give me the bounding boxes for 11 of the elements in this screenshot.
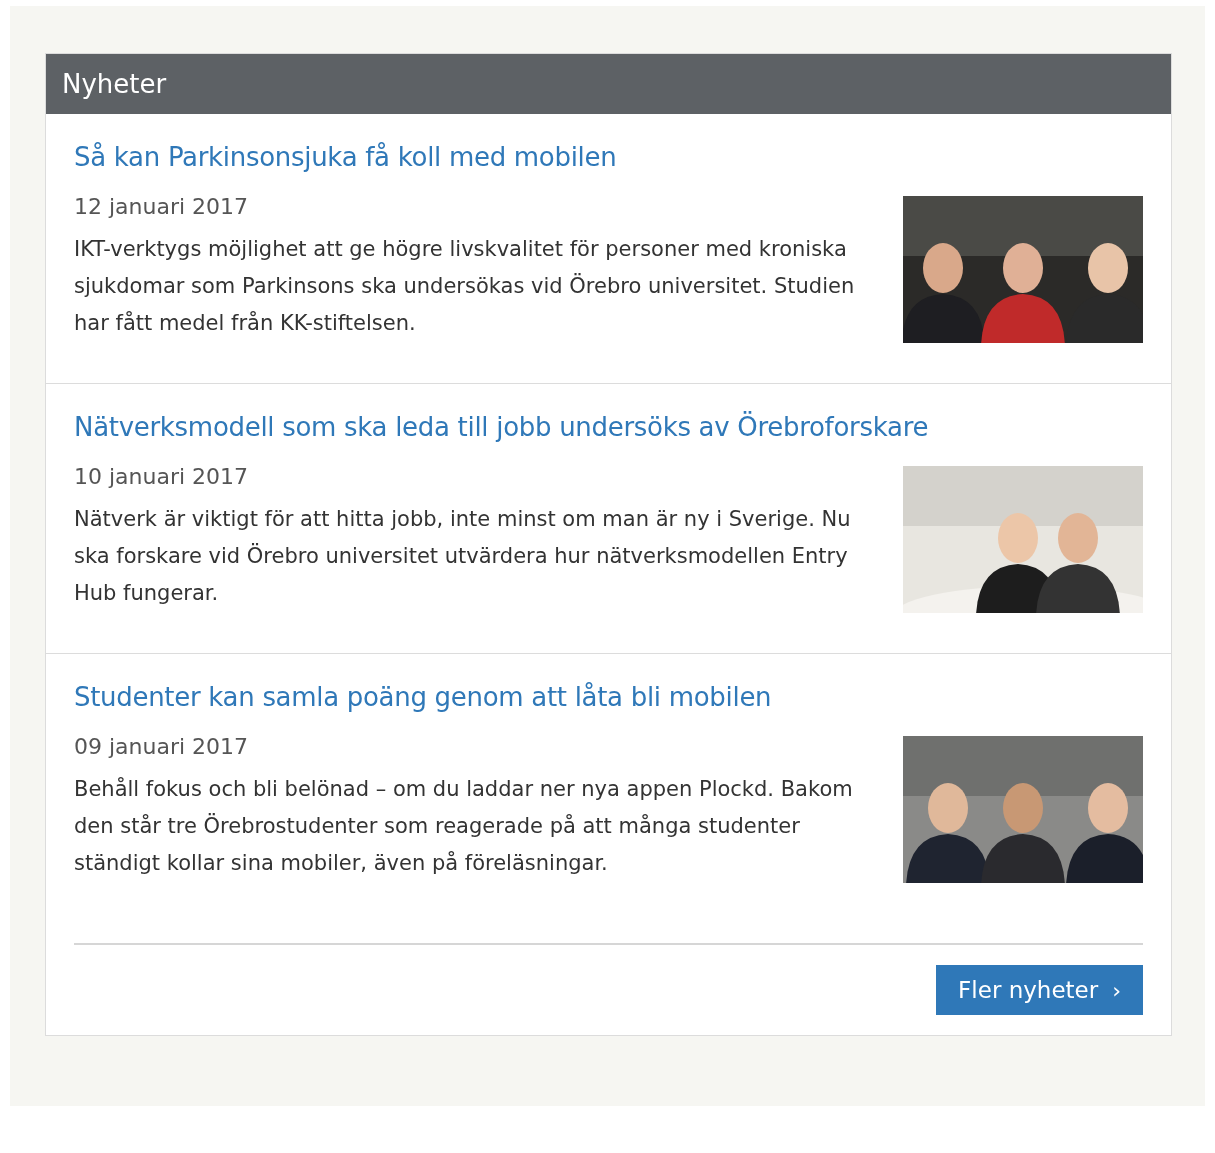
news-headline-link[interactable]: Studenter kan samla poäng genom att låta bli mobilen [74,682,1143,712]
panel-header: Nyheter [46,54,1171,114]
news-date: 10 januari 2017 [74,464,250,489]
news-headline-link[interactable]: Så kan Parkinsonsjuka få koll med mobilen [74,142,1143,172]
more-news-button[interactable]: Fler nyheter › [936,965,1143,1015]
news-headline-link[interactable]: Nätverksmodell som ska leda till jobb undersöks av Örebroforskare [74,412,1143,442]
news-date: 12 januari 2017 [74,194,250,219]
news-summary: Nätverk är viktigt för att hitta jobb, inte minst om man är ny i Sverige. Nu ska forskare vid Örebro universitet utvärdera hur nätverksmodellen Entry Hub fungerar. [74,506,852,607]
news-summary: IKT-verktygs möjlighet att ge högre livskvalitet för personer med kroniska sjukdomar som Parkinsons ska undersökas vid Örebro universitet. Studien har fått medel från KK-stiftelsen. [74,236,856,337]
news-summary: Behåll fokus och bli belönad – om du laddar ner nya appen Plockd. Bakom den står tre Örebrostudenter som reagerade på att många studenter ständigt kollar sina mobiler, även på föreläsningar. [74,776,854,877]
news-date: 09 januari 2017 [74,734,250,759]
